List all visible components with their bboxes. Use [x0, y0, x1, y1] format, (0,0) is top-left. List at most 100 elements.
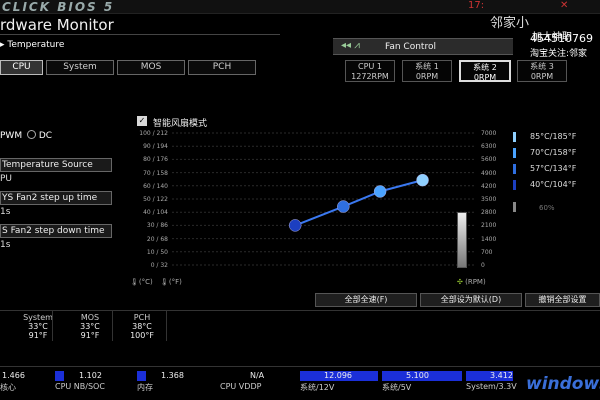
unit-rpm-label: (RPM)	[465, 278, 486, 286]
y-tick-left: 10 / 50	[146, 248, 168, 256]
threshold-label: 57°C/134°F	[530, 164, 577, 173]
y-tick-right: 1400	[481, 235, 497, 243]
y-tick-left: 90 / 194	[143, 143, 168, 151]
y-tick-right: 4900	[481, 169, 497, 177]
fan-name: 系统 1	[415, 62, 439, 71]
curve-point[interactable]	[373, 185, 387, 198]
fan-sys3-button[interactable]: 系统 3 0RPM	[517, 60, 567, 82]
fan-curve-chart[interactable]	[172, 130, 475, 270]
temp-source-field[interactable]: Temperature Source	[0, 158, 112, 172]
voltage-label: 核心	[0, 383, 16, 392]
thermometer-icon: 🌡	[160, 278, 169, 286]
pwm-dc-toggle[interactable]: PWM DC	[0, 130, 52, 141]
fan-rpm: 0RPM	[530, 72, 554, 81]
fan-sys2-button[interactable]: 系统 2 0RPM	[459, 60, 511, 82]
unit-fahrenheit: 🌡(°F)	[160, 278, 182, 286]
voltage-label: 内存	[137, 383, 153, 392]
tab-temp-pch[interactable]: PCH	[188, 60, 256, 75]
cancel-all-button[interactable]: 撤销全部设置	[525, 293, 600, 307]
unit-rpm: ✣ (RPM)	[457, 278, 486, 286]
smart-fan-checkbox[interactable]: ✓	[137, 116, 147, 126]
voltage-reading: 5.100	[382, 371, 462, 381]
threshold-label: 40°C/104°F	[530, 180, 577, 189]
voltage-value: 1.102	[79, 371, 102, 380]
page-title: rdware Monitor	[0, 16, 114, 34]
voltage-value: 1.368	[161, 371, 184, 380]
reading-label: PCH	[133, 313, 151, 322]
step-down-time-field[interactable]: S Fan2 step down time	[0, 224, 112, 238]
watermark-logo: windows	[526, 374, 600, 394]
voltage-label: System/3.3V	[466, 382, 517, 391]
y-tick-left: 50 / 122	[143, 196, 168, 203]
unit-c-label: (°C)	[138, 278, 153, 286]
fan-control-label: Fan Control	[385, 42, 436, 52]
pwm-label: PWM	[0, 131, 23, 141]
fan-cpu1-button[interactable]: CPU 1 1272RPM	[345, 60, 395, 82]
voltage-reading: 12.096	[300, 371, 378, 381]
threshold-label: 70°C/158°F	[530, 148, 577, 157]
fan-icon: ✣	[457, 278, 463, 286]
fan-rpm: 0RPM	[473, 73, 497, 82]
fan-rpm: 1272RPM	[351, 72, 389, 81]
all-default-button[interactable]: 全部设为默认(D)	[420, 293, 522, 307]
smart-fan-mode-label: 智能风扇模式	[153, 119, 208, 129]
y-tick-left: 80 / 176	[143, 156, 168, 164]
unit-f-label: (°F)	[168, 278, 182, 286]
divider	[0, 366, 600, 367]
fan-curve-slider[interactable]	[457, 212, 467, 268]
y-tick-left: 70 / 158	[143, 169, 168, 177]
temperature-label: Temperature	[7, 40, 65, 50]
divider	[52, 311, 53, 341]
reading-celsius: 38°C	[132, 322, 152, 331]
threshold-bar	[513, 148, 516, 158]
step-up-time-field[interactable]: YS Fan2 step up time	[0, 191, 112, 205]
y-tick-left: 100 / 212	[139, 130, 168, 137]
voltage-value: 1.466	[2, 371, 25, 380]
tab-temp-cpu[interactable]: CPU	[0, 60, 43, 75]
curve-point[interactable]	[288, 219, 302, 232]
step-up-time-value: 1s	[0, 207, 11, 217]
voltage-label: 系统/12V	[300, 383, 335, 392]
bios-brand-logo: CLICK BIOS 5	[2, 0, 115, 14]
fan-name: CPU 1	[358, 62, 382, 71]
overlay-text-4: 淘宝关注:邻家	[530, 49, 588, 59]
temperature-section-label: ▸ Temperature	[0, 40, 65, 50]
reading-fahrenheit: 100°F	[130, 331, 154, 340]
y-tick-left: 0 / 32	[150, 262, 168, 269]
tab-temp-system[interactable]: System	[46, 60, 114, 75]
temp-source-value: PU	[0, 174, 13, 184]
curve-point[interactable]	[416, 173, 429, 187]
voltage-reading: 1.466	[0, 371, 50, 381]
fan-curve-icon: ◂◂ ⩘	[341, 40, 360, 51]
y-tick-right: 2800	[481, 209, 497, 217]
fan-sys1-button[interactable]: 系统 1 0RPM	[402, 60, 452, 82]
fan-name: 系统 2	[473, 63, 497, 72]
voltage-label: CPU NB/SOC	[55, 382, 105, 391]
y-tick-right: 4200	[481, 182, 497, 190]
reading-fahrenheit: 91°F	[80, 331, 100, 340]
voltage-value: 5.100	[406, 371, 429, 380]
dc-label: DC	[38, 131, 53, 141]
thermometer-icon: 🌡	[130, 278, 139, 286]
y-tick-right: 3500	[481, 196, 497, 203]
reading-label: MOS	[80, 313, 100, 322]
tab-temp-mos[interactable]: MOS	[117, 60, 185, 75]
voltage-value: 12.096	[324, 371, 352, 380]
divider	[112, 311, 113, 341]
dc-radio[interactable]	[26, 130, 36, 139]
y-tick-left: 40 / 104	[143, 209, 168, 217]
reading-pch: PCH 38°C 100°F	[122, 313, 162, 340]
clock: 17:	[468, 0, 485, 11]
close-icon[interactable]: ✕	[560, 0, 568, 11]
y-axis-right: 7000 6300 5600 4900 4200 3500 2800 2100 1400 700 0	[481, 130, 511, 270]
voltage-value: 3.412	[490, 371, 513, 380]
step-down-time-value: 1s	[0, 240, 11, 250]
percent-bar	[513, 202, 516, 212]
curve-point[interactable]	[337, 200, 350, 213]
threshold-bar	[513, 180, 516, 190]
unit-celsius: 🌡(°C)	[130, 278, 153, 286]
fan-rpm: 0RPM	[415, 72, 439, 81]
y-tick-left: 60 / 140	[143, 182, 168, 190]
y-axis-left: 100 / 212 90 / 194 80 / 176 70 / 158 60 / 14…	[134, 130, 170, 270]
all-full-speed-button[interactable]: 全部全速(F)	[315, 293, 417, 307]
